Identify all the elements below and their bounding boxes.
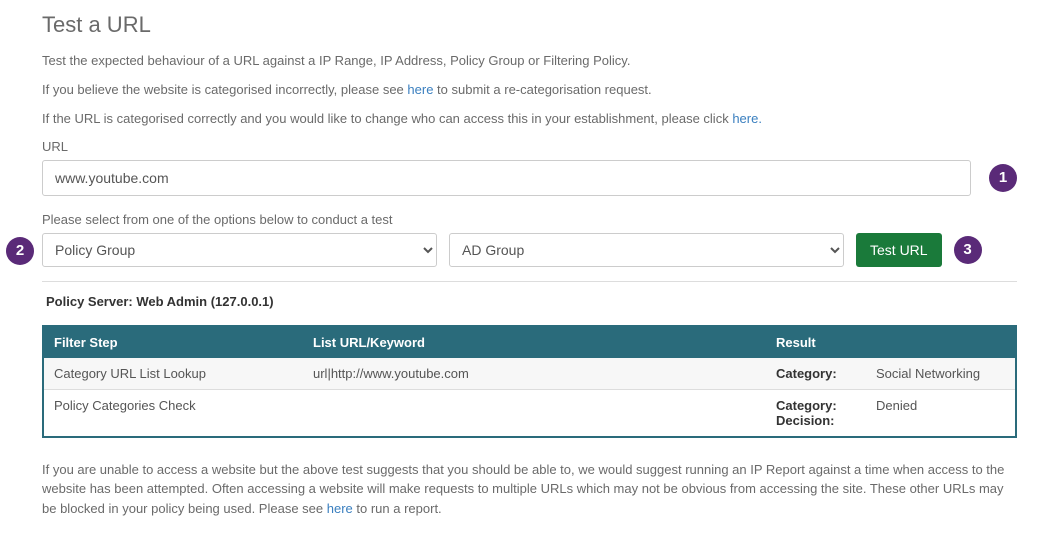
ad-group-select[interactable]: AD Group bbox=[449, 233, 844, 267]
cell-result-val-2: Denied bbox=[876, 398, 1005, 413]
results-table: Filter Step List URL/Keyword Result Cate… bbox=[42, 325, 1017, 438]
url-label: URL bbox=[42, 139, 1017, 154]
test-url-button[interactable]: Test URL bbox=[856, 233, 942, 267]
page-title: Test a URL bbox=[42, 12, 1017, 38]
intro-p2b: to submit a re-categorisation request. bbox=[433, 82, 651, 97]
cell-result-key-1: Category: bbox=[776, 398, 856, 413]
intro-p3a: If the URL is categorised correctly and … bbox=[42, 111, 732, 126]
cell-result-val: Denied bbox=[866, 389, 1016, 437]
intro-p3: If the URL is categorised correctly and … bbox=[42, 110, 1017, 129]
cell-list bbox=[303, 389, 766, 437]
cell-step: Policy Categories Check bbox=[43, 389, 303, 437]
report-link[interactable]: here bbox=[327, 501, 353, 516]
cell-result-key-2: Decision: bbox=[776, 413, 856, 428]
policy-server-line: Policy Server: Web Admin (127.0.0.1) bbox=[46, 294, 1013, 309]
policy-server-label: Policy Server: bbox=[46, 294, 136, 309]
divider bbox=[42, 281, 1017, 282]
step-badge-2: 2 bbox=[6, 237, 34, 265]
intro-p2a: If you believe the website is categorise… bbox=[42, 82, 407, 97]
footer-b: to run a report. bbox=[353, 501, 442, 516]
url-input[interactable] bbox=[42, 160, 971, 196]
cell-list: url|http://www.youtube.com bbox=[303, 358, 766, 390]
policy-group-select[interactable]: Policy Group bbox=[42, 233, 437, 267]
access-link[interactable]: here. bbox=[732, 111, 762, 126]
th-list-url: List URL/Keyword bbox=[303, 326, 766, 358]
cell-step: Category URL List Lookup bbox=[43, 358, 303, 390]
th-filter-step: Filter Step bbox=[43, 326, 303, 358]
table-row: Category URL List Lookup url|http://www.… bbox=[43, 358, 1016, 390]
cell-result-key: Category: Decision: bbox=[766, 389, 866, 437]
table-row: Policy Categories Check Category: Decisi… bbox=[43, 389, 1016, 437]
cell-result-key: Category: bbox=[766, 358, 866, 390]
intro-p2: If you believe the website is categorise… bbox=[42, 81, 1017, 100]
recat-link[interactable]: here bbox=[407, 82, 433, 97]
th-result: Result bbox=[766, 326, 1016, 358]
cell-result-val: Social Networking bbox=[866, 358, 1016, 390]
step-badge-3: 3 bbox=[954, 236, 982, 264]
select-label: Please select from one of the options be… bbox=[42, 212, 1017, 227]
intro-p1: Test the expected behaviour of a URL aga… bbox=[42, 52, 1017, 71]
policy-server-value: Web Admin (127.0.0.1) bbox=[136, 294, 273, 309]
footer-a: If you are unable to access a website bu… bbox=[42, 462, 1004, 516]
step-badge-1: 1 bbox=[989, 164, 1017, 192]
footer-text: If you are unable to access a website bu… bbox=[42, 460, 1017, 519]
